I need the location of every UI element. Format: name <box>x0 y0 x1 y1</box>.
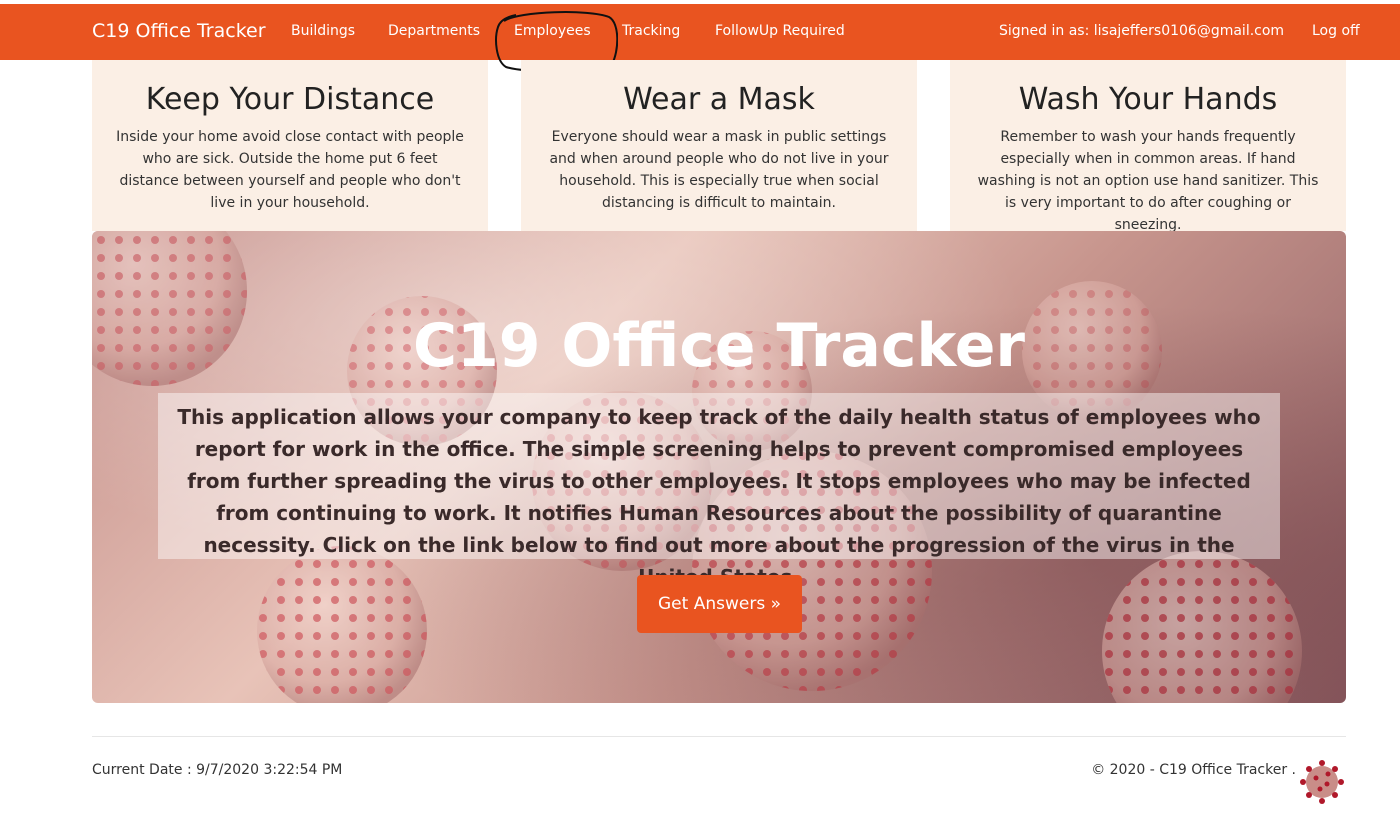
virus-icon <box>1300 760 1344 804</box>
card-title: Keep Your Distance <box>145 82 435 117</box>
card-text: Remember to wash your hands frequently e… <box>977 129 1319 233</box>
nav-buildings[interactable]: Buildings <box>291 23 355 39</box>
nav-followup-required[interactable]: FollowUp Required <box>715 23 845 39</box>
card-title: Wear a Mask <box>623 82 815 117</box>
top-navbar: C19 Office Tracker Buildings Departments… <box>0 4 1400 60</box>
card-text: Inside your home avoid close contact wit… <box>116 129 464 211</box>
logoff-link[interactable]: Log off <box>1312 23 1360 39</box>
current-date: Current Date : 9/7/2020 3:22:54 PM <box>92 762 343 778</box>
get-answers-button[interactable]: Get Answers » <box>637 575 802 633</box>
card-text: Everyone should wear a mask in public se… <box>549 129 889 211</box>
card-wear-mask: Wear a Mask Everyone should wear a mask … <box>521 60 917 231</box>
card-wash-hands: Wash Your Hands Remember to wash your ha… <box>950 60 1346 233</box>
card-title: Wash Your Hands <box>1018 82 1278 117</box>
nav-departments[interactable]: Departments <box>388 23 480 39</box>
copyright-text: © 2020 - C19 Office Tracker . <box>1091 762 1296 778</box>
nav-tracking[interactable]: Tracking <box>622 23 680 39</box>
signed-in-user-link[interactable]: Signed in as: lisajeffers0106@gmail.com <box>999 23 1284 39</box>
hero-title: C19 Office Tracker <box>412 311 1026 381</box>
footer-divider <box>92 736 1346 737</box>
card-keep-distance: Keep Your Distance Inside your home avoi… <box>92 60 488 231</box>
hero-jumbotron: C19 Office Tracker This application allo… <box>92 231 1346 703</box>
brand-link[interactable]: C19 Office Tracker <box>92 20 266 42</box>
hero-description: This application allows your company to … <box>177 405 1261 589</box>
